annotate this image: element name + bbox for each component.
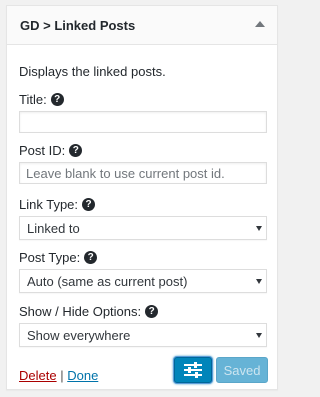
question-circle-icon[interactable]: ? <box>84 251 98 264</box>
chevron-down-icon <box>256 279 262 284</box>
post-id-input[interactable] <box>19 162 267 184</box>
post-id-label: Post ID: ? <box>19 143 83 158</box>
widget-control-actions: Delete | Done <box>19 368 98 383</box>
help-glyph: ? <box>85 198 92 210</box>
saved-button: Saved <box>216 357 268 383</box>
widget-header[interactable]: GD > Linked Posts <box>7 6 277 45</box>
question-circle-icon[interactable]: ? <box>82 198 96 211</box>
done-link[interactable]: Done <box>67 368 98 383</box>
help-glyph: ? <box>54 93 61 105</box>
post-type-label-text: Post Type: <box>19 250 81 265</box>
collapse-arrow-up-icon[interactable] <box>253 17 267 31</box>
linked-posts-widget: GD > Linked Posts Displays the linked po… <box>6 5 278 390</box>
help-glyph: ? <box>72 144 79 156</box>
question-circle-icon[interactable]: ? <box>145 305 159 318</box>
link-type-selected: Linked to <box>27 220 80 236</box>
link-type-label: Link Type: ? <box>19 197 96 212</box>
title-input[interactable] <box>19 111 267 133</box>
link-type-label-text: Link Type: <box>19 197 79 212</box>
show-hide-selected: Show everywhere <box>27 327 131 343</box>
post-type-select[interactable]: Auto (same as current post) <box>19 269 267 293</box>
show-hide-label: Show / Hide Options: ? <box>19 304 159 319</box>
post-type-selected: Auto (same as current post) <box>27 273 188 289</box>
delete-link[interactable]: Delete <box>19 368 57 383</box>
settings-button[interactable] <box>174 357 212 383</box>
title-label: Title: ? <box>19 92 64 107</box>
widget-description: Displays the linked posts. <box>19 64 166 79</box>
question-circle-icon[interactable]: ? <box>50 93 64 106</box>
chevron-down-icon <box>256 333 262 338</box>
post-type-label: Post Type: ? <box>19 250 98 265</box>
chevron-down-icon <box>256 226 262 231</box>
action-separator: | <box>60 368 64 383</box>
show-hide-select[interactable]: Show everywhere <box>19 323 267 347</box>
show-hide-label-text: Show / Hide Options: <box>19 304 142 319</box>
help-glyph: ? <box>87 251 94 263</box>
link-type-select[interactable]: Linked to <box>19 216 267 240</box>
post-id-label-text: Post ID: <box>19 143 66 158</box>
sliders-icon <box>184 362 202 378</box>
question-circle-icon[interactable]: ? <box>69 144 83 157</box>
widget-title: GD > Linked Posts <box>20 18 136 33</box>
help-glyph: ? <box>148 305 155 317</box>
title-label-text: Title: <box>19 92 47 107</box>
